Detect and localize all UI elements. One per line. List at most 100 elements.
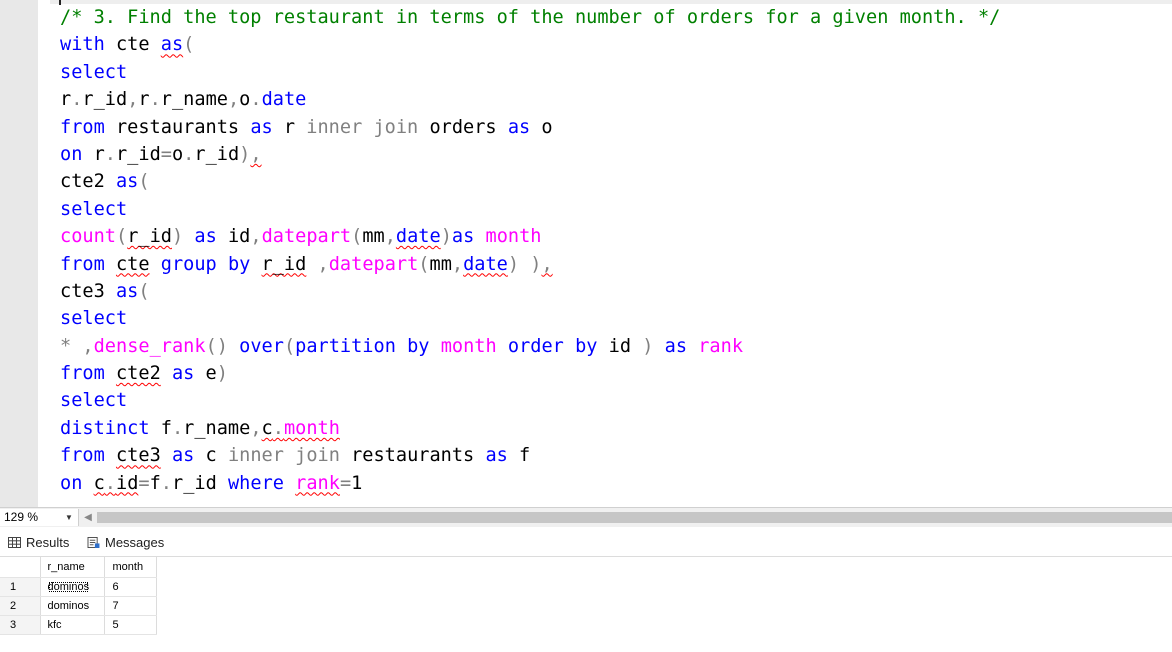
code-token: )	[642, 335, 654, 357]
code-token: *	[60, 335, 72, 357]
code-line[interactable]: from restaurants as r inner join orders …	[60, 114, 1172, 141]
arrow-left-icon[interactable]: ◀	[80, 509, 96, 526]
code-token: ,	[250, 143, 262, 165]
code-line[interactable]: select	[60, 387, 1172, 414]
table-row[interactable]: 2 dominos 7	[0, 596, 157, 616]
editor-gutter	[0, 0, 38, 507]
code-token: c	[261, 417, 273, 439]
code-token: cte3	[115, 445, 161, 467]
code-token: mm	[429, 253, 452, 275]
code-line[interactable]: select	[60, 59, 1172, 86]
code-line[interactable]: from cte2 as e)	[60, 360, 1172, 387]
code-token: .	[104, 472, 116, 494]
cell-r-name[interactable]: kfc	[40, 615, 105, 635]
cell-month[interactable]: 7	[104, 596, 157, 616]
code-line[interactable]: r.r_id,r.r_name,o.date	[60, 86, 1172, 113]
code-token: as	[664, 335, 688, 357]
messages-icon	[87, 537, 100, 548]
grid-icon	[8, 537, 21, 548]
code-token: (	[138, 280, 150, 302]
code-token: r_id	[194, 143, 240, 165]
code-token: cte3	[60, 280, 116, 302]
code-token: by	[575, 335, 598, 357]
chevron-down-icon[interactable]: ▼	[62, 509, 76, 526]
code-line[interactable]: from cte group by r_id ,datepart(mm,date…	[60, 251, 1172, 278]
cell-month[interactable]: 6	[104, 577, 157, 597]
code-token: )	[530, 253, 542, 275]
code-line[interactable]: select	[60, 305, 1172, 332]
zoom-level-dropdown[interactable]: 129 % ▼	[0, 509, 79, 526]
query-editor[interactable]: /* 3. Find the top restaurant in terms o…	[0, 0, 1172, 507]
results-tab-bar: Results Messages	[0, 527, 1172, 557]
code-token: (	[138, 171, 150, 193]
code-line[interactable]: /* 3. Find the top restaurant in terms o…	[60, 4, 1172, 31]
code-token: (	[351, 226, 363, 248]
results-grid[interactable]: r_name month 1 dominos 6 2 dominos 7 3 k…	[0, 557, 1172, 652]
grid-header-row: r_name month	[0, 557, 157, 578]
horizontal-scrollbar-thumb[interactable]	[97, 512, 1172, 523]
code-token: o	[171, 143, 184, 165]
code-token: ,	[82, 335, 94, 357]
table-row[interactable]: 3 kfc 5	[0, 615, 157, 635]
code-token: as	[160, 34, 184, 56]
code-line[interactable]: select	[60, 196, 1172, 223]
code-token: on	[60, 472, 83, 494]
code-line[interactable]: cte3 as(	[60, 278, 1172, 305]
code-line[interactable]: on c.id=f.r_id where rank=1	[60, 470, 1172, 497]
code-token: .	[71, 89, 83, 111]
row-number[interactable]: 3	[0, 615, 41, 635]
code-line[interactable]: cte2 as(	[60, 168, 1172, 195]
code-line[interactable]: * ,dense_rank() over(partition by month …	[60, 333, 1172, 360]
zoom-level-value: 129 %	[4, 510, 39, 524]
tab-messages-label: Messages	[105, 535, 165, 550]
code-token: ,	[317, 253, 329, 275]
tab-messages[interactable]: Messages	[87, 531, 164, 555]
code-token: r_name	[160, 89, 228, 111]
code-token: select	[60, 308, 128, 330]
code-token: month	[283, 417, 340, 439]
row-number-header[interactable]	[0, 557, 41, 578]
cell-r-name[interactable]: dominos	[40, 577, 105, 597]
code-token: date	[261, 89, 307, 111]
code-line[interactable]: count(r_id) as id,datepart(mm,date)as mo…	[60, 223, 1172, 250]
code-line[interactable]: distinct f.r_name,c.month	[60, 415, 1172, 442]
code-token: partition	[295, 335, 396, 357]
sql-code[interactable]: /* 3. Find the top restaurant in terms o…	[60, 4, 1172, 497]
code-line[interactable]: with cte as(	[60, 31, 1172, 58]
code-token: from	[60, 253, 105, 275]
code-token: from	[60, 445, 105, 467]
code-token: /* 3. Find the top restaurant in terms o…	[60, 7, 1001, 28]
code-token: as	[115, 280, 139, 302]
code-token: 1	[351, 472, 363, 494]
code-line[interactable]: from cte3 as c inner join restaurants as…	[60, 442, 1172, 469]
row-number[interactable]: 2	[0, 596, 41, 616]
code-token: from	[60, 363, 105, 385]
selection-margin	[38, 0, 50, 507]
code-token: ,	[451, 253, 464, 275]
code-token: restaurants	[339, 445, 486, 467]
code-token: as	[451, 226, 475, 248]
column-header-month[interactable]: month	[104, 557, 157, 578]
code-token: id	[597, 335, 643, 357]
table-row[interactable]: 1 dominos 6	[0, 577, 157, 597]
tab-results[interactable]: Results	[8, 531, 69, 555]
code-token: as	[115, 171, 139, 193]
cell-r-name[interactable]: dominos	[40, 596, 105, 616]
column-header-r-name[interactable]: r_name	[40, 557, 105, 578]
code-line[interactable]: on r.r_id=o.r_id),	[60, 141, 1172, 168]
row-number[interactable]: 1	[0, 577, 41, 597]
cell-month[interactable]: 5	[104, 615, 157, 635]
results-table[interactable]: r_name month 1 dominos 6 2 dominos 7 3 k…	[0, 557, 157, 635]
code-token: select	[60, 198, 128, 220]
code-token: r_id	[82, 89, 128, 111]
